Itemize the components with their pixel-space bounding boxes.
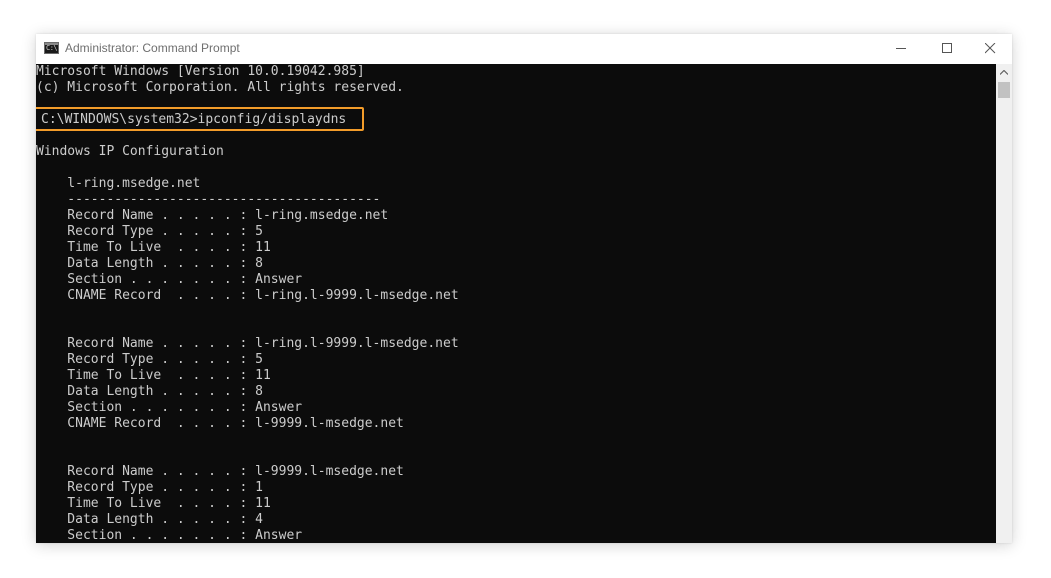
console-line: Microsoft Windows [Version 10.0.19042.98…: [36, 64, 365, 79]
console-line: CNAME Record . . . . : l-9999.l-msedge.n…: [36, 416, 404, 431]
close-icon: [985, 43, 996, 54]
console-line: Record Name . . . . . : l-ring.msedge.ne…: [36, 208, 389, 223]
console-line: Record Type . . . . . : 5: [36, 352, 263, 367]
console-line: l-ring.msedge.net: [36, 176, 201, 191]
console-line: Time To Live . . . . : 11: [36, 368, 271, 383]
chevron-up-icon: [1000, 70, 1008, 75]
minimize-icon: [896, 48, 906, 49]
maximize-icon: [942, 43, 952, 53]
console-line: Record Type . . . . . : 1: [36, 480, 263, 495]
console-line: Section . . . . . . . : Answer: [36, 400, 303, 415]
console-line: ----------------------------------------: [36, 192, 381, 207]
icon-label: C:\: [46, 44, 58, 52]
scrollbar-thumb[interactable]: [998, 82, 1010, 98]
console-line: Time To Live . . . . : 11: [36, 240, 271, 255]
console-line: Section . . . . . . . : Answer: [36, 272, 303, 287]
command-highlight-box: [36, 107, 364, 131]
maximize-button[interactable]: [924, 34, 970, 64]
command-prompt-icon: C:\: [44, 42, 59, 54]
console-line: Section . . . . . . . : Answer: [36, 528, 303, 543]
console-line: Record Type . . . . . : 5: [36, 224, 263, 239]
console-line: Windows IP Configuration: [36, 144, 224, 159]
command-prompt-window: C:\ Administrator: Command Prompt Micros…: [36, 34, 1012, 543]
console-line: Record Name . . . . . : l-ring.l-9999.l-…: [36, 336, 459, 351]
console-line: Data Length . . . . . : 8: [36, 384, 263, 399]
console-line: Record Name . . . . . : l-9999.l-msedge.…: [36, 464, 404, 479]
title-bar[interactable]: C:\ Administrator: Command Prompt: [36, 34, 1012, 64]
close-button[interactable]: [967, 34, 1012, 64]
console-line: (c) Microsoft Corporation. All rights re…: [36, 80, 404, 95]
console-line: Data Length . . . . . : 4: [36, 512, 263, 527]
window-title: Administrator: Command Prompt: [65, 41, 240, 55]
console-line: Data Length . . . . . : 8: [36, 256, 263, 271]
scroll-up-button[interactable]: [996, 64, 1012, 81]
console-output[interactable]: Microsoft Windows [Version 10.0.19042.98…: [36, 64, 996, 543]
minimize-button[interactable]: [878, 34, 924, 64]
console-line: CNAME Record . . . . : l-ring.l-9999.l-m…: [36, 288, 459, 303]
console-line: Time To Live . . . . : 11: [36, 496, 271, 511]
vertical-scrollbar[interactable]: [996, 64, 1012, 543]
